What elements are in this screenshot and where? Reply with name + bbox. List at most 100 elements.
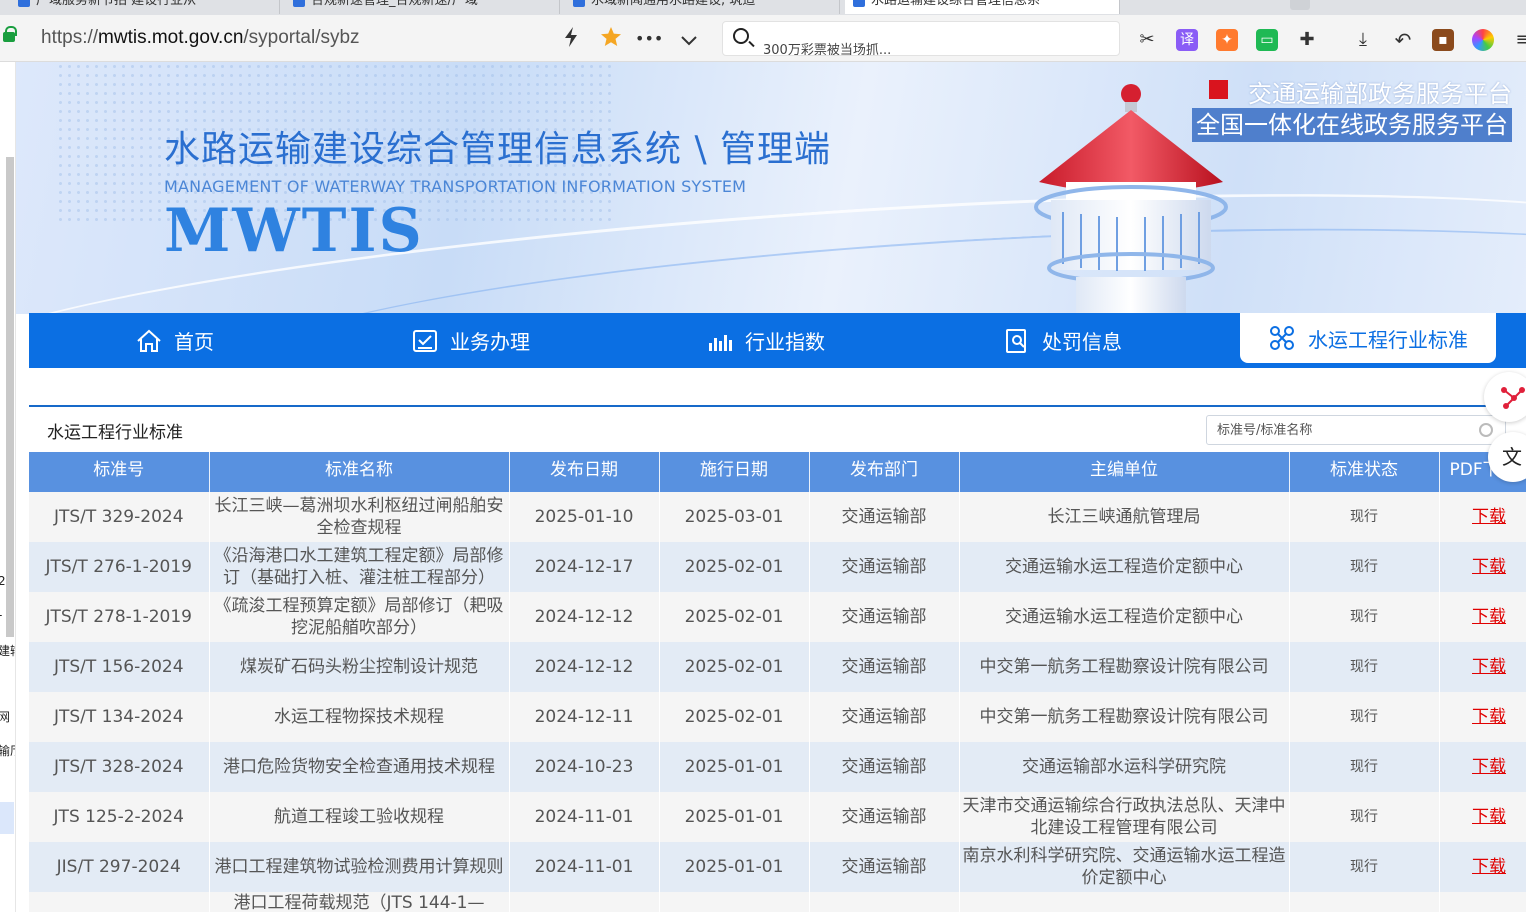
cell-effective-date: 2025-02-01 (659, 542, 810, 592)
new-tab-button[interactable] (1290, 0, 1310, 10)
browser-tab[interactable]: 广域服务新节拍 建设行业从 (10, 0, 280, 14)
menu-icon[interactable]: ≡ (1512, 29, 1526, 51)
cell-code: JTS 125-2-2024 (29, 792, 210, 842)
tab-title: 广域服务新节拍 建设行业从 (36, 0, 197, 8)
nav-waterway-standards[interactable]: 水运工程行业标准 (1240, 313, 1496, 363)
col-header-status[interactable]: 标准状态 (1289, 452, 1440, 492)
cell-download (1439, 892, 1526, 912)
browser-tab[interactable]: 水域新闻通用水路建设, 筑造 (565, 0, 840, 14)
cell-effective-date (659, 892, 810, 912)
cell-effective-date: 2025-01-01 (659, 842, 810, 892)
cell-status: 现行 (1289, 842, 1440, 892)
cell-code: JTS/T 328-2024 (29, 742, 210, 792)
cell-effective-date: 2025-02-01 (659, 592, 810, 642)
browser-tab[interactable]: 合规新速管理_合规新速/广域 (285, 0, 560, 14)
table-header-row: 标准号 标准名称 发布日期 施行日期 发布部门 主编单位 标准状态 PDF下载 (29, 452, 1526, 492)
scissors-icon[interactable]: ✂ (1136, 29, 1158, 51)
nav-label: 首页 (174, 330, 214, 354)
download-link[interactable]: 下载 (1472, 707, 1506, 727)
chevron-down-icon[interactable] (676, 26, 702, 52)
more-dots-icon[interactable]: ••• (635, 26, 663, 52)
cell-editor: 南京水利科学研究院、交通运输水运工程造价定额中心 (959, 842, 1290, 892)
cell-editor: 中交第一航务工程勘察设计院有限公司 (959, 642, 1290, 692)
mindmap-float-button[interactable] (1484, 372, 1526, 422)
puzzle-icon[interactable]: ✚ (1296, 29, 1318, 51)
download-link[interactable]: 下载 (1472, 607, 1506, 627)
tab-title: 水域新闻通用水路建设, 筑造 (591, 0, 756, 8)
download-link[interactable]: 下载 (1472, 557, 1506, 577)
nav-business[interactable]: 业务办理 (412, 313, 530, 368)
cell-download: 下载 (1439, 492, 1526, 542)
side-text: 建输 (0, 642, 15, 659)
cell-editor: 中交第一航务工程勘察设计院有限公司 (959, 692, 1290, 742)
cell-name: 港口危险货物安全检查通用技术规程 (209, 742, 510, 792)
cell-download: 下载 (1439, 642, 1526, 692)
cell-status: 现行 (1289, 542, 1440, 592)
col-header-department[interactable]: 发布部门 (809, 452, 960, 492)
cell-publish-date: 2024-11-01 (509, 842, 660, 892)
cell-name: 水运工程物探技术规程 (209, 692, 510, 742)
side-scrollbar[interactable] (6, 157, 14, 637)
translate-float-button[interactable]: 文 (1488, 432, 1526, 482)
download-icon[interactable]: ⤓ (1352, 29, 1374, 51)
main-nav: 首页 业务办理 行业指数 处罚信息 水运工程行业标准 (29, 313, 1526, 368)
col-header-publish-date[interactable]: 发布日期 (509, 452, 660, 492)
undo-icon[interactable]: ↶ (1392, 29, 1414, 51)
cell-name: 煤炭矿石码头粉尘控制设计规范 (209, 642, 510, 692)
translate-icon[interactable]: 译 (1176, 29, 1198, 51)
cell-department: 交通运输部 (809, 492, 960, 542)
table-row: JTS/T 156-2024 煤炭矿石码头粉尘控制设计规范 2024-12-12… (29, 642, 1526, 692)
cell-status: 现行 (1289, 692, 1440, 742)
cell-code: JTS/T 278-1-2019 (29, 592, 210, 642)
table-row: JIS/T 297-2024 港口工程建筑物试验检测费用计算规则 2024-11… (29, 842, 1526, 892)
nav-industry-index[interactable]: 行业指数 (707, 313, 825, 368)
site-banner: 水路运输建设综合管理信息系统 \ 管理端 MANAGEMENT OF WATER… (16, 62, 1526, 314)
cell-status: 现行 (1289, 592, 1440, 642)
download-link[interactable]: 下载 (1472, 807, 1506, 827)
col-header-name[interactable]: 标准名称 (209, 452, 510, 492)
table-row: JTS/T 134-2024 水运工程物探技术规程 2024-12-11 202… (29, 692, 1526, 742)
gov-platform-mark (1209, 80, 1228, 99)
table-row: JTS 125-2-2024 航道工程竣工验收规程 2024-11-01 202… (29, 792, 1526, 842)
browser-tab-active[interactable]: 水路运输建设综合管理信息系 (845, 0, 1120, 14)
gov-platform-name[interactable]: 交通运输部政务服务平台 (1248, 74, 1512, 109)
col-header-effective-date[interactable]: 施行日期 (659, 452, 810, 492)
briefcase-icon[interactable]: ▪ (1432, 29, 1454, 51)
game-icon[interactable]: ✦ (1216, 29, 1238, 51)
download-link[interactable]: 下载 (1472, 757, 1506, 777)
download-link[interactable]: 下载 (1472, 657, 1506, 677)
download-link[interactable]: 下载 (1472, 507, 1506, 527)
nav-home[interactable]: 首页 (136, 313, 214, 368)
svg-text:文: 文 (1502, 445, 1522, 469)
cell-editor: 交通运输部水运科学研究院 (959, 742, 1290, 792)
col-header-code[interactable]: 标准号 (29, 452, 210, 492)
search-hint: 300万彩票被当场抓... (763, 43, 892, 56)
download-link[interactable]: 下载 (1472, 857, 1506, 877)
cell-code: JTS/T 134-2024 (29, 692, 210, 742)
cell-department: 交通运输部 (809, 792, 960, 842)
url-field[interactable]: https://mwtis.mot.gov.cn/syportal/sybz (41, 27, 360, 49)
cell-effective-date: 2025-01-01 (659, 792, 810, 842)
cell-name: 《沿海港口水工建筑工程定额》局部修订（基础打入桩、灌注桩工程部分） (209, 542, 510, 592)
table-row: 港口工程荷载规范（JTS 144-1— (29, 892, 1526, 912)
chat-icon[interactable]: ▭ (1256, 29, 1278, 51)
cell-effective-date: 2025-02-01 (659, 642, 810, 692)
standard-search-input[interactable] (1217, 416, 1467, 444)
document-search-icon (1006, 328, 1026, 353)
national-platform-name[interactable]: 全国一体化在线政务服务平台 (1192, 108, 1512, 142)
star-bookmark-icon[interactable] (598, 26, 624, 52)
standards-table-wrap: 标准号 标准名称 发布日期 施行日期 发布部门 主编单位 标准状态 PDF下载 … (29, 452, 1526, 912)
ai-assistant-icon[interactable] (1472, 29, 1494, 51)
lightning-icon[interactable] (558, 26, 584, 52)
bar-chart-icon (709, 334, 732, 351)
browser-search-box[interactable]: 300万彩票被当场抓... (722, 21, 1120, 56)
nav-label: 行业指数 (745, 330, 825, 354)
cell-editor: 天津市交通运输综合行政执法总队、天津中北建设工程管理有限公司 (959, 792, 1290, 842)
side-selected-row (0, 802, 14, 834)
cell-department: 交通运输部 (809, 642, 960, 692)
cell-name: 长江三峡—葛洲坝水利枢纽过闸船舶安全检查规程 (209, 492, 510, 542)
section-divider (29, 405, 1526, 407)
col-header-editor[interactable]: 主编单位 (959, 452, 1290, 492)
search-icon (733, 28, 749, 44)
nav-penalty-info[interactable]: 处罚信息 (1004, 313, 1122, 368)
